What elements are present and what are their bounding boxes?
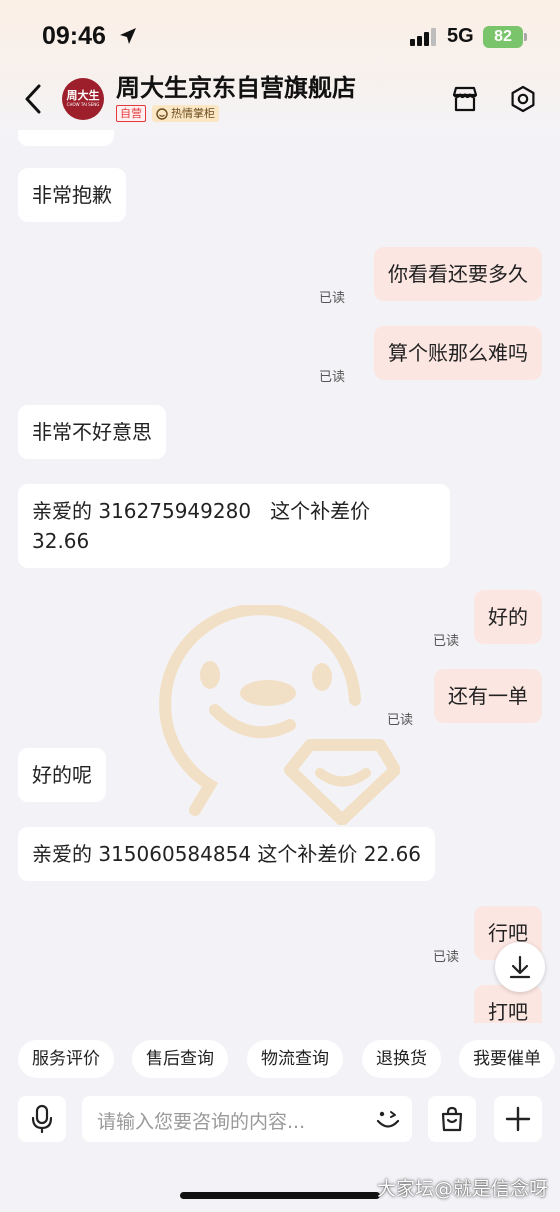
warm-shopkeeper-badge: 热情掌柜 <box>152 105 219 122</box>
message-bubble-incoming[interactable]: 亲爱的 316275949280 这个补差价 32.66 <box>18 484 450 568</box>
back-button[interactable] <box>18 82 48 116</box>
status-time: 09:46 <box>42 22 106 50</box>
location-arrow-icon <box>120 28 136 44</box>
battery-indicator: 82 <box>483 26 523 48</box>
read-status: 已读 <box>387 713 414 728</box>
emoji-icon[interactable] <box>374 1105 402 1133</box>
scroll-down-icon <box>509 955 531 979</box>
message-bubble-outgoing[interactable]: 打吧 <box>474 985 542 1023</box>
message-bubble-incoming[interactable]: 非常抱歉 <box>18 168 126 222</box>
microphone-icon <box>31 1104 53 1134</box>
shop-avatar[interactable]: 周大生 CHOW TAI SENG <box>62 78 104 120</box>
message-bubble-outgoing[interactable]: 还有一单 <box>434 669 542 723</box>
chat-area[interactable]: 非常抱歉 已读 你看看还要多久 已读 算个账那么难吗 非常不好意思 亲爱的 31… <box>0 130 560 1023</box>
network-type: 5G <box>447 25 474 47</box>
self-operated-badge: 自营 <box>116 105 146 122</box>
signal-icon <box>410 28 436 46</box>
read-status: 已读 <box>319 370 346 385</box>
quick-action-chip[interactable]: 售后查询 <box>132 1040 228 1078</box>
quick-action-chip[interactable]: 服务评价 <box>18 1040 114 1078</box>
forum-credit-overlay: 大家坛@就是信念呀 <box>376 1178 548 1200</box>
smile-badge-icon <box>156 107 168 120</box>
mascot-watermark <box>159 605 400 825</box>
read-status: 已读 <box>319 291 346 306</box>
shopping-bag-icon <box>441 1106 463 1132</box>
back-chevron-icon <box>25 84 41 114</box>
input-placeholder: 请输入您要咨询的内容... <box>97 1111 306 1133</box>
read-status: 已读 <box>433 634 460 649</box>
warm-shopkeeper-label: 热情掌柜 <box>171 107 215 120</box>
message-bubble-incoming[interactable]: 好的呢 <box>18 748 106 802</box>
home-indicator[interactable] <box>180 1192 380 1199</box>
avatar-logo-text: 周大生 <box>66 89 100 102</box>
message-bubble-incoming[interactable]: 亲爱的 315060584854 这个补差价 22.66 <box>18 827 436 881</box>
message-input[interactable]: 请输入您要咨询的内容... <box>82 1096 412 1142</box>
quick-action-chip[interactable]: 我要催单 <box>459 1040 555 1078</box>
status-bar: 09:46 5G 82 <box>0 0 560 70</box>
message-bubble-incoming[interactable]: 非常不好意思 <box>18 405 166 459</box>
battery-level: 82 <box>494 28 512 45</box>
settings-icon[interactable] <box>508 84 538 114</box>
plus-icon <box>505 1106 531 1132</box>
quick-action-chip[interactable]: 退换货 <box>362 1040 441 1078</box>
shop-title[interactable]: 周大生京东自营旗舰店 <box>116 68 356 103</box>
store-icon[interactable] <box>450 84 480 114</box>
scroll-to-bottom-button[interactable] <box>495 942 545 992</box>
message-bubble-outgoing[interactable]: 你看看还要多久 <box>374 247 542 301</box>
message-bubble-outgoing[interactable]: 算个账那么难吗 <box>374 326 542 380</box>
avatar-logo-subtext: CHOW TAI SENG <box>66 102 100 107</box>
more-options-button[interactable] <box>494 1096 542 1142</box>
message-bubble-outgoing[interactable]: 好的 <box>474 590 542 644</box>
quick-action-chip[interactable]: 物流查询 <box>247 1040 343 1078</box>
message-bubble-partial[interactable] <box>18 130 114 146</box>
quick-actions-bar: 服务评价 售后查询 物流查询 退换货 我要催单 <box>0 1040 560 1078</box>
shopping-bag-button[interactable] <box>428 1096 476 1142</box>
read-status: 已读 <box>433 950 460 965</box>
battery-tip <box>524 33 527 41</box>
voice-input-button[interactable] <box>18 1096 66 1142</box>
